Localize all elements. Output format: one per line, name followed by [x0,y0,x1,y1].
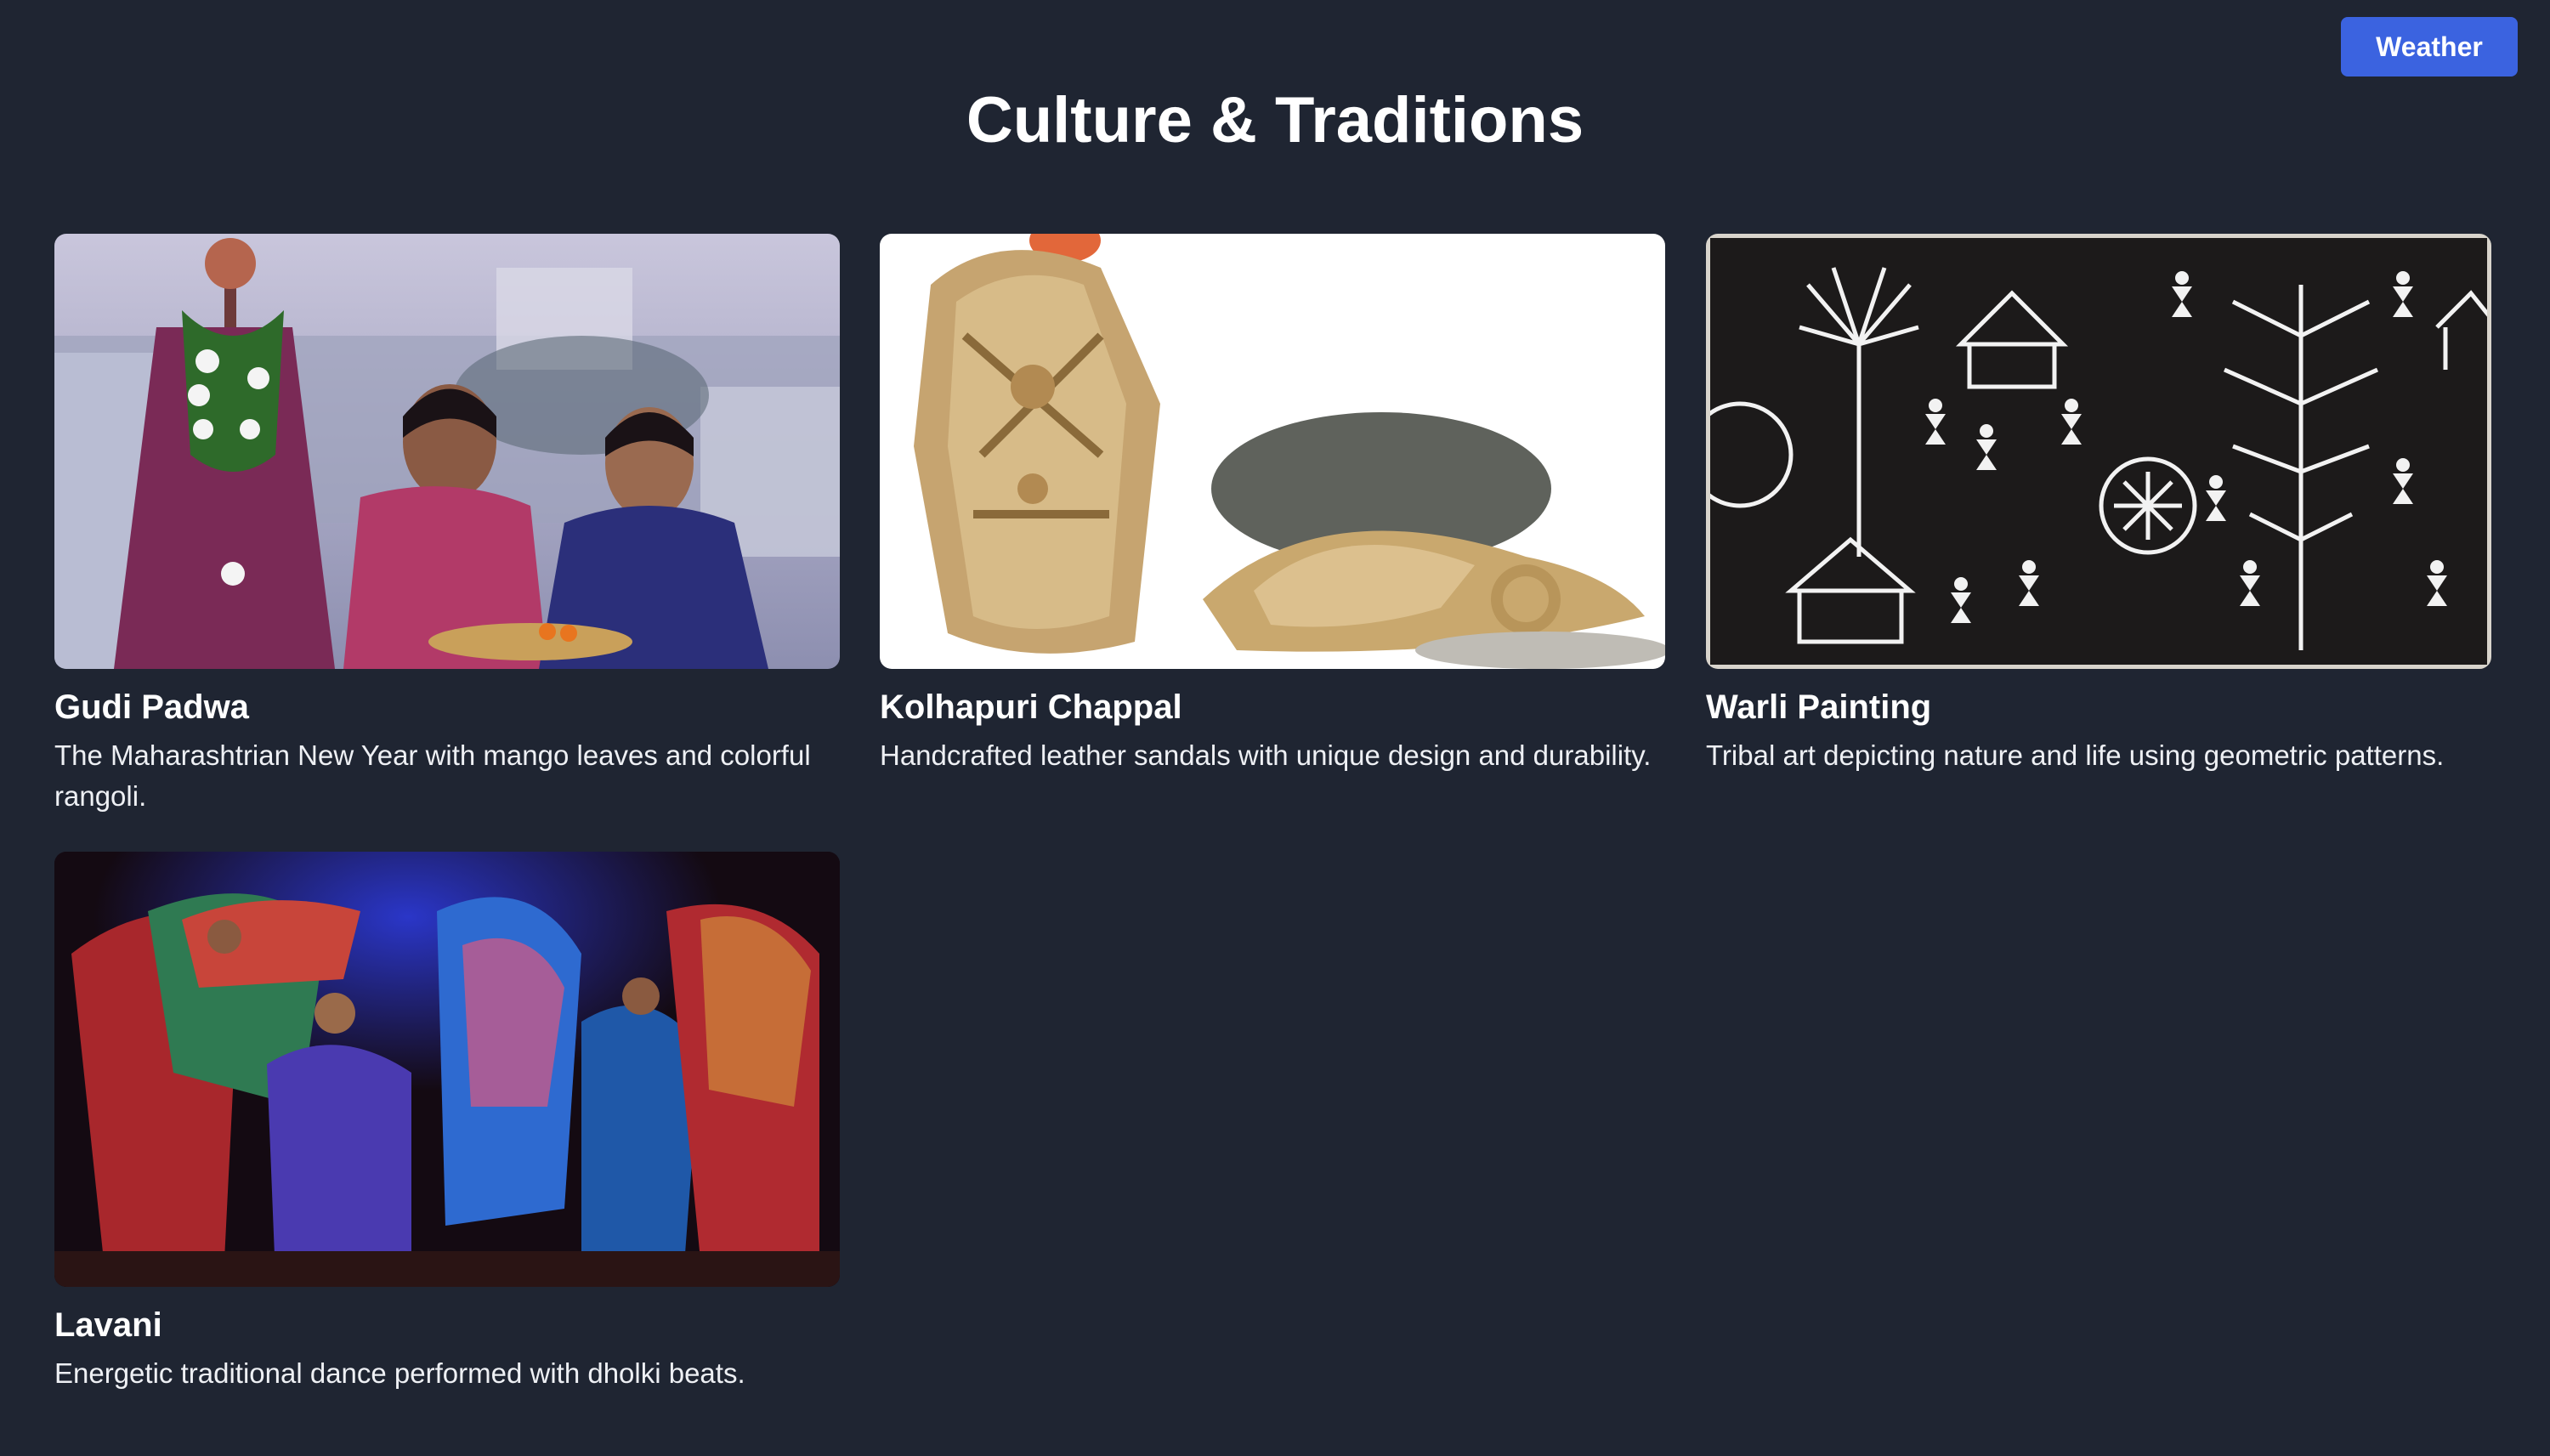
gudi-padwa-image [54,234,840,669]
card-title: Warli Painting [1706,688,1932,726]
lavani-image [54,852,840,1287]
card-title: Lavani [54,1306,162,1344]
card-description: The Maharashtrian New Year with mango le… [54,739,811,812]
card-title: Gudi Padwa [54,688,249,726]
card-description: Tribal art depicting nature and life usi… [1706,739,2445,771]
card-description: Handcrafted leather sandals with unique … [880,739,1652,771]
card-description: Energetic traditional dance performed wi… [54,1357,745,1389]
card-lavani[interactable]: Lavani Energetic traditional dance perfo… [54,852,840,1394]
warli-painting-image [1706,234,2491,669]
card-title: Kolhapuri Chappal [880,688,1182,726]
kolhapuri-chappal-image [880,234,1665,669]
weather-button[interactable]: Weather [2341,17,2518,76]
card-warli-painting[interactable]: Warli Painting Tribal art depicting natu… [1706,234,2491,776]
page-title: Culture & Traditions [966,84,1584,156]
card-kolhapuri-chappal[interactable]: Kolhapuri Chappal Handcrafted leather sa… [880,234,1665,776]
card-gudi-padwa[interactable]: Gudi Padwa The Maharashtrian New Year wi… [54,234,840,817]
